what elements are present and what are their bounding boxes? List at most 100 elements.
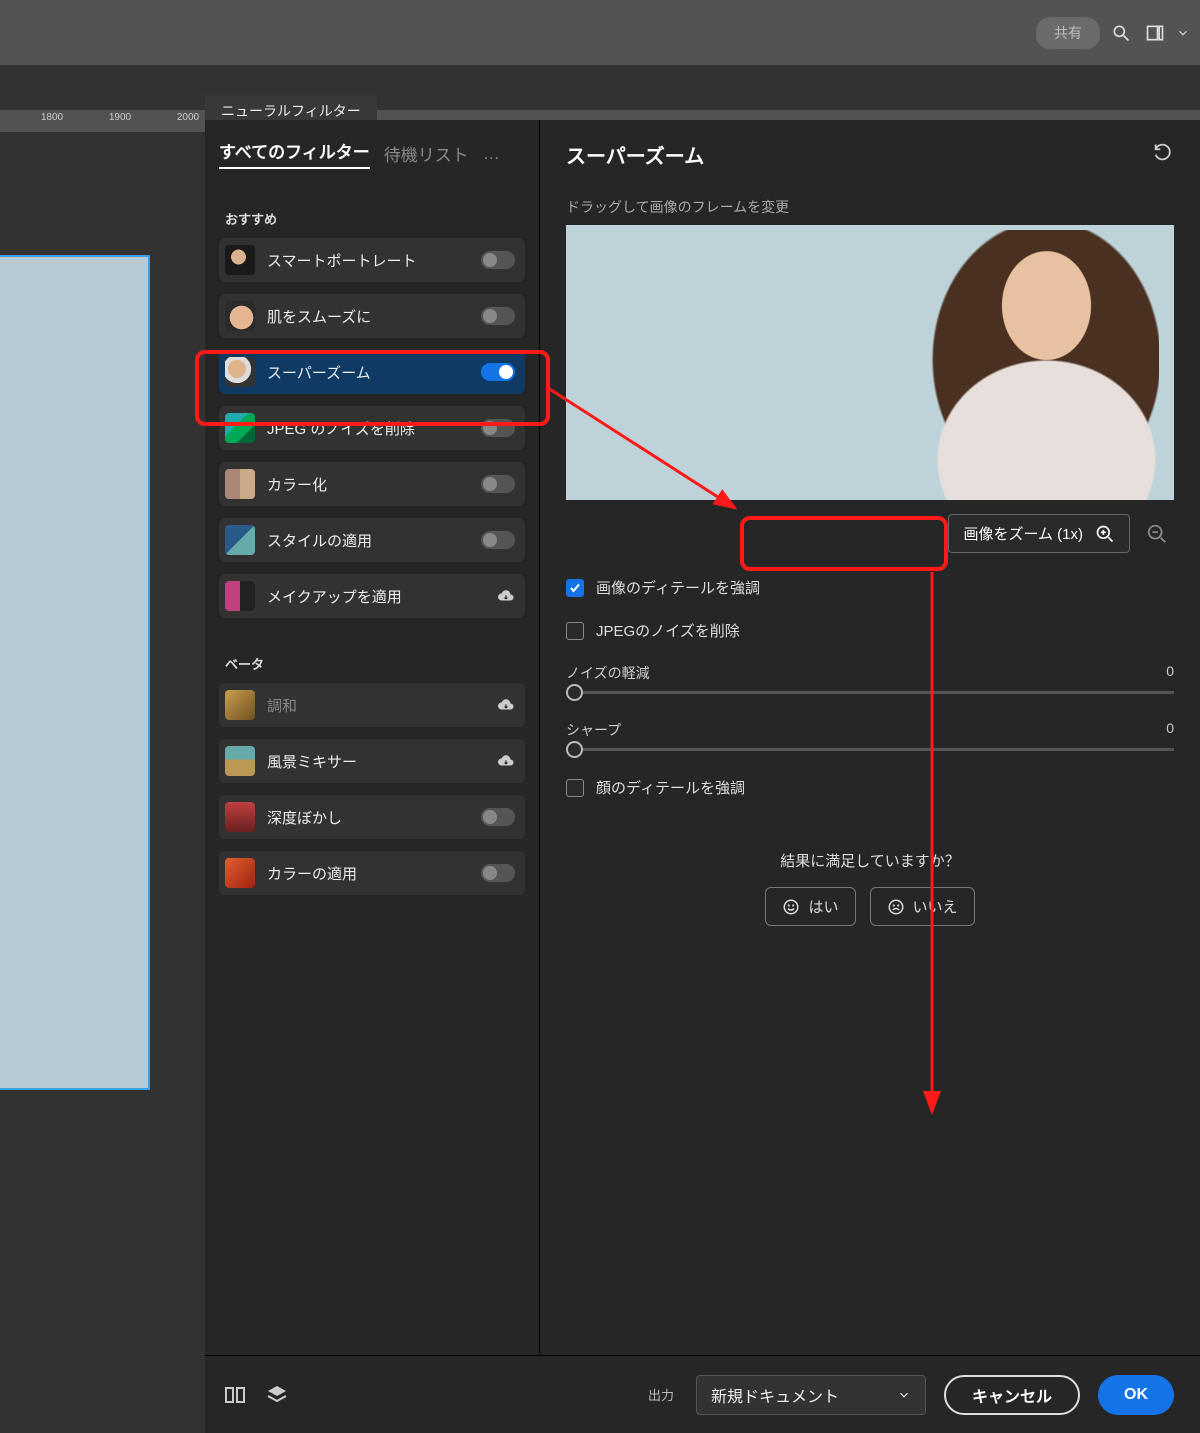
smile-icon xyxy=(782,898,800,916)
output-label: 出力 xyxy=(648,1385,674,1404)
thumb-icon xyxy=(225,245,255,275)
slider-value: 0 xyxy=(1166,720,1174,740)
slider-noise-reduce[interactable]: ノイズの軽減 0 xyxy=(566,663,1174,694)
filter-detail-column: スーパーズーム ドラッグして画像のフレームを変更 画像をズーム (1x) 画像の… xyxy=(540,120,1200,1355)
drag-frame-hint: ドラッグして画像のフレームを変更 xyxy=(566,197,1174,217)
tab-waitlist[interactable]: 待機リスト xyxy=(384,141,469,166)
filter-label: スタイルの適用 xyxy=(267,530,481,551)
toggle[interactable] xyxy=(481,363,515,381)
checkbox-icon xyxy=(566,579,584,597)
filter-landscape-mixer[interactable]: 風景ミキサー xyxy=(219,739,525,783)
filter-tabs: すべてのフィルター 待機リスト … xyxy=(219,138,525,169)
tab-more[interactable]: … xyxy=(483,144,502,164)
thumb-icon xyxy=(225,581,255,611)
layers-icon[interactable] xyxy=(265,1383,289,1407)
filter-label: カラー化 xyxy=(267,474,481,495)
thumb-icon xyxy=(225,802,255,832)
filter-style-transfer[interactable]: スタイルの適用 xyxy=(219,518,525,562)
checkbox-face-detail[interactable]: 顔のディテールを強調 xyxy=(566,777,1174,798)
filter-detail-title: スーパーズーム xyxy=(566,140,704,169)
slider-sharpen[interactable]: シャープ 0 xyxy=(566,720,1174,751)
cloud-download-icon[interactable] xyxy=(497,587,515,605)
vote-label: はい xyxy=(808,896,838,917)
compare-icon[interactable] xyxy=(223,1383,247,1407)
slider-label: ノイズの軽減 xyxy=(566,663,650,683)
zoom-label: 画像をズーム (1x) xyxy=(963,523,1083,544)
filter-label: 調和 xyxy=(267,695,497,716)
cloud-download-icon[interactable] xyxy=(497,752,515,770)
filter-colorize[interactable]: カラー化 xyxy=(219,462,525,506)
preview-person xyxy=(909,230,1159,500)
checkbox-label: JPEGのノイズを削除 xyxy=(596,620,740,641)
slider-label: シャープ xyxy=(566,720,621,740)
cancel-button[interactable]: キャンセル xyxy=(944,1375,1080,1415)
vote-yes-button[interactable]: はい xyxy=(765,887,855,926)
toggle[interactable] xyxy=(481,808,515,826)
satisfaction-block: 結果に満足していますか？ はい いいえ xyxy=(566,850,1174,926)
filter-jpeg-noise[interactable]: JPEG のノイズを削除 xyxy=(219,406,525,450)
filter-label: JPEG のノイズを削除 xyxy=(267,418,481,439)
slider-value: 0 xyxy=(1166,663,1174,683)
filter-skin-smoothing[interactable]: 肌をスムーズに xyxy=(219,294,525,338)
slider-track[interactable] xyxy=(566,748,1174,751)
toggle[interactable] xyxy=(481,307,515,325)
filter-label: カラーの適用 xyxy=(267,863,481,884)
zoom-in-button[interactable]: 画像をズーム (1x) xyxy=(948,514,1130,553)
filters-list-column: すべてのフィルター 待機リスト … おすすめ スマートポートレート 肌をスムーズ… xyxy=(205,120,540,1355)
thumb-icon xyxy=(225,690,255,720)
slider-thumb[interactable] xyxy=(566,684,583,701)
cloud-download-icon[interactable] xyxy=(497,696,515,714)
thumb-icon xyxy=(225,301,255,331)
share-button[interactable]: 共有 xyxy=(1036,17,1100,49)
slider-thumb[interactable] xyxy=(566,741,583,758)
filter-harmonization[interactable]: 調和 xyxy=(219,683,525,727)
filter-label: スマートポートレート xyxy=(267,250,481,271)
toggle[interactable] xyxy=(481,419,515,437)
vote-no-button[interactable]: いいえ xyxy=(870,887,975,926)
reset-icon[interactable] xyxy=(1152,141,1174,168)
filter-label: 風景ミキサー xyxy=(267,751,497,772)
filter-makeup[interactable]: メイクアップを適用 xyxy=(219,574,525,618)
filter-depth-blur[interactable]: 深度ぼかし xyxy=(219,795,525,839)
zoom-out-icon xyxy=(1146,523,1168,545)
workspace-icon[interactable] xyxy=(1142,20,1168,46)
checkbox-label: 画像のディテールを強調 xyxy=(596,577,760,598)
slider-track[interactable] xyxy=(566,691,1174,694)
tab-all-filters[interactable]: すべてのフィルター xyxy=(219,138,370,169)
section-recommended: おすすめ xyxy=(225,209,525,228)
checkbox-label: 顔のディテールを強調 xyxy=(596,777,745,798)
filter-super-zoom[interactable]: スーパーズーム xyxy=(219,350,525,394)
zoom-out-button[interactable] xyxy=(1140,517,1174,551)
vote-label: いいえ xyxy=(913,896,958,917)
filter-label: 肌をスムーズに xyxy=(267,306,481,327)
thumb-icon xyxy=(225,413,255,443)
toggle[interactable] xyxy=(481,531,515,549)
checkbox-image-detail[interactable]: 画像のディテールを強調 xyxy=(566,577,1174,598)
checkbox-jpeg-noise[interactable]: JPEGのノイズを削除 xyxy=(566,620,1174,641)
thumb-icon xyxy=(225,357,255,387)
zoom-in-icon xyxy=(1095,524,1115,544)
output-value: 新規ドキュメント xyxy=(711,1383,839,1407)
frown-icon xyxy=(887,898,905,916)
toggle[interactable] xyxy=(481,864,515,882)
thumb-icon xyxy=(225,746,255,776)
ok-button[interactable]: OK xyxy=(1098,1375,1174,1415)
output-select[interactable]: 新規ドキュメント xyxy=(696,1375,926,1415)
preview-image[interactable] xyxy=(566,225,1174,500)
filter-label: メイクアップを適用 xyxy=(267,586,497,607)
filter-label: スーパーズーム xyxy=(267,362,481,383)
toggle[interactable] xyxy=(481,475,515,493)
neural-filters-panel: すべてのフィルター 待機リスト … おすすめ スマートポートレート 肌をスムーズ… xyxy=(205,120,1200,1433)
thumb-icon xyxy=(225,525,255,555)
satisfaction-question: 結果に満足していますか？ xyxy=(566,850,1174,871)
filter-smart-portrait[interactable]: スマートポートレート xyxy=(219,238,525,282)
checkbox-icon xyxy=(566,779,584,797)
canvas-document[interactable] xyxy=(0,255,150,1090)
chevron-down-icon xyxy=(897,1388,911,1402)
chevron-down-icon[interactable] xyxy=(1176,20,1190,46)
toggle[interactable] xyxy=(481,251,515,269)
thumb-icon xyxy=(225,858,255,888)
panel-bottom-bar: 出力 新規ドキュメント キャンセル OK xyxy=(205,1355,1200,1433)
filter-color-transfer[interactable]: カラーの適用 xyxy=(219,851,525,895)
search-icon[interactable] xyxy=(1108,20,1134,46)
